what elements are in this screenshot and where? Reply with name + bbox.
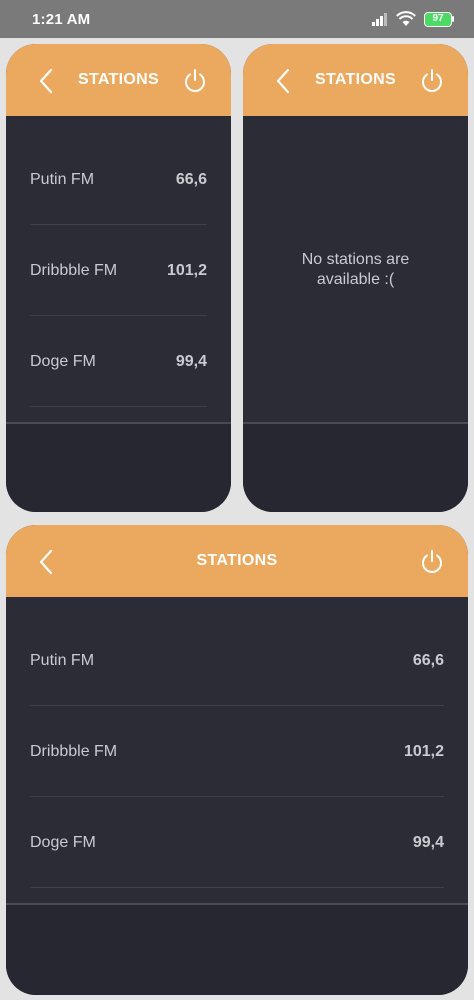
station-frequency: 66,6	[175, 171, 207, 188]
station-name: Dribbble FM	[30, 743, 118, 760]
card-header: STATIONS	[243, 44, 468, 116]
card-header: STATIONS	[6, 525, 468, 597]
station-item[interactable]: Putin FM 66,6	[30, 615, 444, 706]
station-item[interactable]: Dribbble FM 101,2	[30, 225, 207, 316]
station-item[interactable]: Doge FM 99,4	[30, 797, 444, 888]
status-time: 1:21 AM	[32, 11, 91, 28]
status-bar: 1:21 AM 97	[0, 0, 474, 38]
station-name: Doge FM	[30, 834, 96, 851]
battery-tip	[452, 16, 454, 22]
stations-card-empty: STATIONS No stations are available :(	[243, 44, 468, 512]
station-name: Doge FM	[30, 353, 96, 370]
station-name: Dribbble FM	[30, 262, 118, 279]
stations-card-small: STATIONS Putin FM 66,6 Dribbble FM 101,2…	[6, 44, 231, 512]
station-item[interactable]: Putin FM 66,6	[30, 134, 207, 225]
empty-message-line1: No stations are	[301, 251, 410, 268]
battery-icon: 97	[424, 12, 452, 27]
wifi-icon	[396, 11, 416, 32]
station-frequency: 101,2	[403, 743, 444, 760]
station-frequency: 101,2	[166, 262, 207, 279]
stations-card-large: STATIONS Putin FM 66,6 Dribbble FM 101,2…	[6, 525, 468, 995]
power-icon[interactable]	[182, 68, 208, 94]
header-title: STATIONS	[196, 552, 278, 569]
empty-message-line2: available :(	[316, 271, 395, 288]
card-footer	[243, 424, 468, 512]
station-item[interactable]: Doge FM 99,4	[30, 316, 207, 407]
power-icon[interactable]	[419, 549, 445, 575]
station-name: Putin FM	[30, 171, 95, 188]
battery-level: 97	[432, 13, 444, 24]
station-frequency: 99,4	[412, 834, 444, 851]
signal-icon	[372, 12, 390, 31]
station-item[interactable]: Dribbble FM 101,2	[30, 706, 444, 797]
card-header: STATIONS	[6, 44, 231, 116]
power-icon[interactable]	[419, 68, 445, 94]
card-footer	[6, 905, 468, 995]
card-footer	[6, 424, 231, 512]
station-frequency: 99,4	[175, 353, 207, 370]
station-name: Putin FM	[30, 652, 95, 669]
station-frequency: 66,6	[412, 652, 444, 669]
